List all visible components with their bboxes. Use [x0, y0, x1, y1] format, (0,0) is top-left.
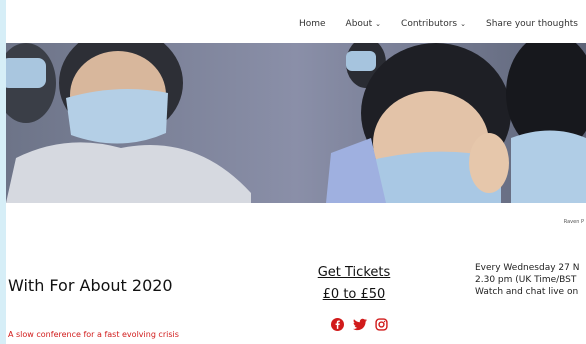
tagline: A slow conference for a fast evolving cr… [8, 330, 179, 339]
nav-item-label: Contributors [401, 19, 458, 29]
schedule-line: 2.30 pm (UK Time/BST [475, 275, 577, 285]
hero-caption: Raven P [563, 219, 584, 225]
social-links [331, 316, 388, 331]
twitter-icon[interactable] [353, 316, 367, 331]
hero-image [6, 43, 586, 203]
nav-item-contributors[interactable]: Contributors ⌄ [401, 19, 466, 29]
nav-item-label: About [345, 19, 373, 29]
nav-item-label: Share your thoughts [485, 19, 578, 29]
nav-item-home[interactable]: Home [299, 19, 326, 29]
page-frame: Home About ⌄ Contributors ⌄ Share your tho… [6, 0, 586, 344]
schedule-info: Every Wednesday 27 N 2.30 pm (UK Time/BS… [475, 262, 586, 298]
chevron-down-icon: ⌄ [460, 20, 466, 28]
nav-item-label: Home [298, 19, 326, 29]
get-tickets-link[interactable]: Get Tickets [314, 262, 394, 284]
price-link[interactable]: £0 to £50 [314, 284, 394, 306]
chevron-down-icon: ⌄ [375, 20, 382, 28]
page-title: With For About 2020 [8, 276, 173, 295]
schedule-line: Every Wednesday 27 N [475, 263, 580, 273]
facebook-icon[interactable] [331, 316, 344, 331]
tickets-block: Get Tickets £0 to £50 [314, 262, 394, 306]
main-nav: Home About ⌄ Contributors ⌄ Share your tho… [6, 6, 586, 42]
nav-item-about[interactable]: About ⌄ [346, 19, 381, 29]
instagram-icon[interactable] [375, 316, 388, 331]
nav-item-share-your-thoughts[interactable]: Share your thoughts [486, 19, 578, 29]
schedule-line: Watch and chat live on [475, 287, 579, 297]
